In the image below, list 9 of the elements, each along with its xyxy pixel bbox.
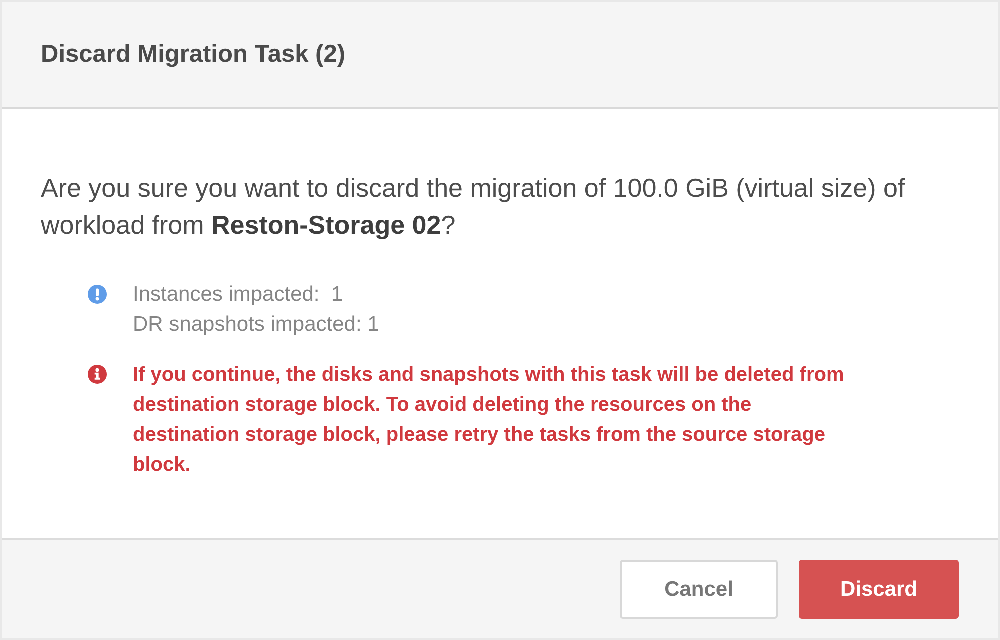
impact-text: DR snapshots impacted: 1 xyxy=(133,312,380,338)
cancel-button[interactable]: Cancel xyxy=(620,560,778,619)
error-icon xyxy=(88,365,107,384)
info-icon xyxy=(88,285,107,304)
dialog-title: Discard Migration Task (2) xyxy=(41,40,346,68)
discard-button[interactable]: Discard xyxy=(799,560,959,619)
impact-text: Instances impacted: 1 xyxy=(133,282,344,308)
warning-text: If you continue, the disks and snapshots with this task will be deleted from destination storage block. To avoid deleting the resources on the destination storage block, please retry the tasks from the source storage block. xyxy=(133,363,846,478)
confirmation-message: Are you sure you want to discard the migration of 100.0 GiB (virtual size) of workload from Reston-Storage 02? xyxy=(41,172,906,242)
